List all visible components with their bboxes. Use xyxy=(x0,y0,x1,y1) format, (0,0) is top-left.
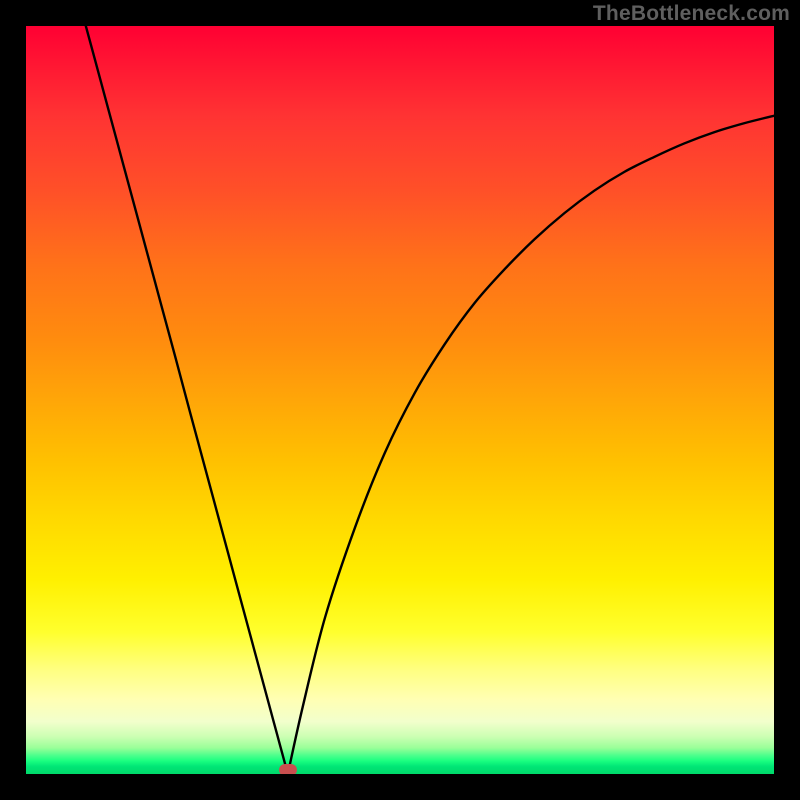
optimal-point-marker xyxy=(279,764,297,774)
bottleneck-curve xyxy=(86,26,774,774)
curve-layer xyxy=(26,26,774,774)
outer-frame: TheBottleneck.com xyxy=(0,0,800,800)
watermark-text: TheBottleneck.com xyxy=(593,2,790,26)
plot-area xyxy=(26,26,774,774)
